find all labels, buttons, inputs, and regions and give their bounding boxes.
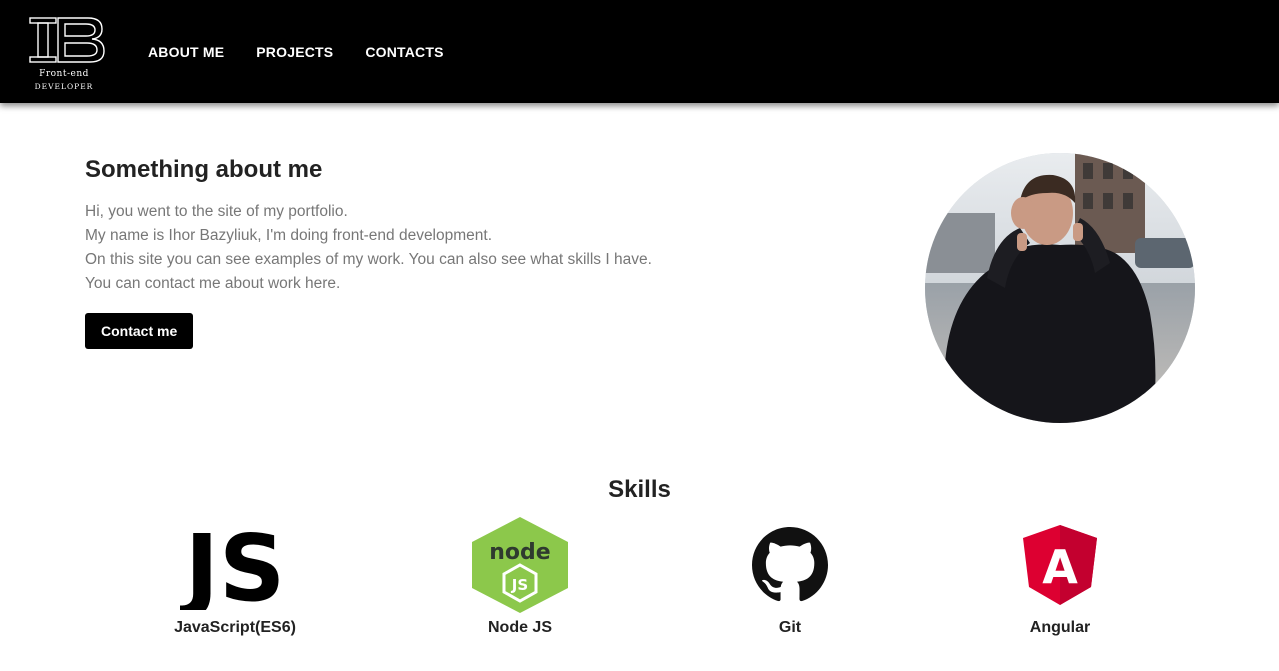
- skills-title: Skills: [608, 476, 671, 503]
- logo-subtitle-line2: developer: [34, 82, 94, 91]
- skill-nodejs: node JS Node JS: [420, 515, 620, 637]
- about-line-2: My name is Ihor Bazyliuk, I'm doing fron…: [85, 227, 493, 244]
- nodejs-icon: node JS: [420, 515, 620, 615]
- profile-photo-image: [925, 153, 1195, 423]
- about-line-4: You can contact me about work here.: [85, 275, 341, 292]
- nav-about-me[interactable]: ABOUT ME: [148, 44, 224, 60]
- logo-subtitle-line1: Front-end: [39, 69, 89, 79]
- javascript-icon: JS: [135, 515, 335, 615]
- svg-text:JS: JS: [180, 520, 285, 610]
- about-line-1: Hi, you went to the site of my portfolio…: [85, 203, 348, 220]
- about-section: Something about me Hi, you went to the s…: [85, 156, 785, 349]
- svg-text:A: A: [1042, 540, 1078, 594]
- site-header: Front-end developer ABOUT ME PROJECTS CO…: [0, 0, 1279, 103]
- angular-icon: A: [960, 515, 1160, 615]
- nav-projects[interactable]: PROJECTS: [256, 44, 333, 60]
- skill-label-nodejs: Node JS: [487, 619, 552, 636]
- skill-javascript: JS JavaScript(ES6): [135, 515, 335, 637]
- skill-git: Git: [690, 515, 890, 637]
- nav-contacts[interactable]: CONTACTS: [365, 44, 443, 60]
- logo-monogram-icon: [29, 17, 105, 63]
- contact-me-button[interactable]: Contact me: [85, 313, 194, 349]
- about-title: Something about me: [85, 156, 323, 183]
- about-line-3: On this site you can see examples of my …: [85, 251, 652, 268]
- skill-label-git: Git: [778, 619, 802, 636]
- logo[interactable]: Front-end developer: [28, 16, 106, 94]
- skill-label-angular: Angular: [1029, 619, 1091, 636]
- svg-text:node: node: [489, 540, 550, 565]
- github-icon: [690, 515, 890, 615]
- main-nav: ABOUT ME PROJECTS CONTACTS: [148, 44, 444, 60]
- svg-text:JS: JS: [511, 576, 528, 594]
- skill-label-javascript: JavaScript(ES6): [174, 619, 296, 636]
- profile-photo: [925, 153, 1195, 423]
- skill-angular: A Angular: [960, 515, 1160, 637]
